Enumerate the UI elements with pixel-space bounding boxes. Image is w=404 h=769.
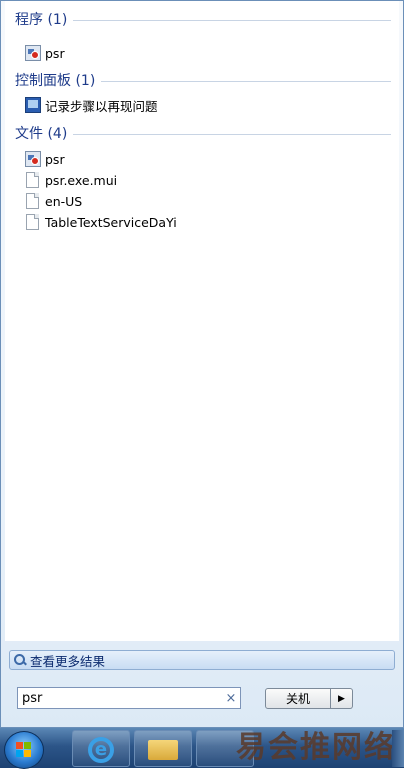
clear-search-icon[interactable]: × xyxy=(222,691,240,706)
section-control-panel: 控制面板 (1) xyxy=(15,70,391,90)
result-item-label: psr xyxy=(45,45,65,61)
shutdown-options-arrow-icon[interactable]: ▶ xyxy=(331,688,353,709)
search-input[interactable] xyxy=(18,690,222,706)
result-item-label: psr.exe.mui xyxy=(45,172,118,188)
start-menu-panel: 程序 (1) psr 控制面板 (1) 记录步骤以再现问题 文件 (4) psr… xyxy=(0,0,404,728)
result-item-en-us[interactable]: en-US xyxy=(25,191,82,211)
result-item-label: TableTextServiceDaYi xyxy=(45,214,177,230)
shutdown-control: 关机 ▶ xyxy=(265,688,353,709)
result-item-psr-exe-mui[interactable]: psr.exe.mui xyxy=(25,170,117,190)
search-results-list: 程序 (1) psr 控制面板 (1) 记录步骤以再现问题 文件 (4) psr… xyxy=(5,1,399,641)
section-programs: 程序 (1) xyxy=(15,9,391,29)
taskbar-internet-explorer-button[interactable]: e xyxy=(72,730,130,767)
section-files: 文件 (4) xyxy=(15,123,391,143)
result-item-label: 记录步骤以再现问题 xyxy=(45,98,158,114)
section-title-files: 文件 (4) xyxy=(15,126,68,142)
psr-icon xyxy=(25,45,41,61)
show-desktop-button[interactable] xyxy=(392,730,404,767)
section-divider xyxy=(101,80,391,82)
psr-icon xyxy=(25,151,41,167)
section-title-control-panel: 控制面板 (1) xyxy=(15,73,96,89)
result-item-steps-recorder[interactable]: 记录步骤以再现问题 xyxy=(25,95,158,115)
start-button[interactable] xyxy=(4,731,44,769)
section-divider xyxy=(73,133,391,135)
result-item-psr-file[interactable]: psr xyxy=(25,149,65,169)
section-title-programs: 程序 (1) xyxy=(15,12,68,28)
internet-explorer-icon: e xyxy=(88,737,114,763)
result-item-tabletextservicedayi[interactable]: TableTextServiceDaYi xyxy=(25,212,177,232)
see-more-results-label: 查看更多结果 xyxy=(30,653,106,669)
result-item-label: psr xyxy=(45,151,65,167)
shutdown-button[interactable]: 关机 xyxy=(265,688,331,709)
windows-logo-icon xyxy=(16,742,32,758)
folder-icon xyxy=(148,740,178,760)
result-item-label: en-US xyxy=(45,193,83,209)
control-panel-icon xyxy=(25,97,41,113)
file-icon xyxy=(26,214,39,230)
watermark-logo: 易会推网络 xyxy=(236,730,396,765)
file-icon xyxy=(26,172,39,188)
see-more-results-button[interactable]: 查看更多结果 xyxy=(9,650,395,670)
taskbar-explorer-button[interactable] xyxy=(134,730,192,767)
file-icon xyxy=(26,193,39,209)
search-icon xyxy=(14,654,26,666)
result-item-psr-program[interactable]: psr xyxy=(25,43,65,63)
section-divider xyxy=(73,19,391,21)
search-box[interactable]: × xyxy=(17,687,241,709)
